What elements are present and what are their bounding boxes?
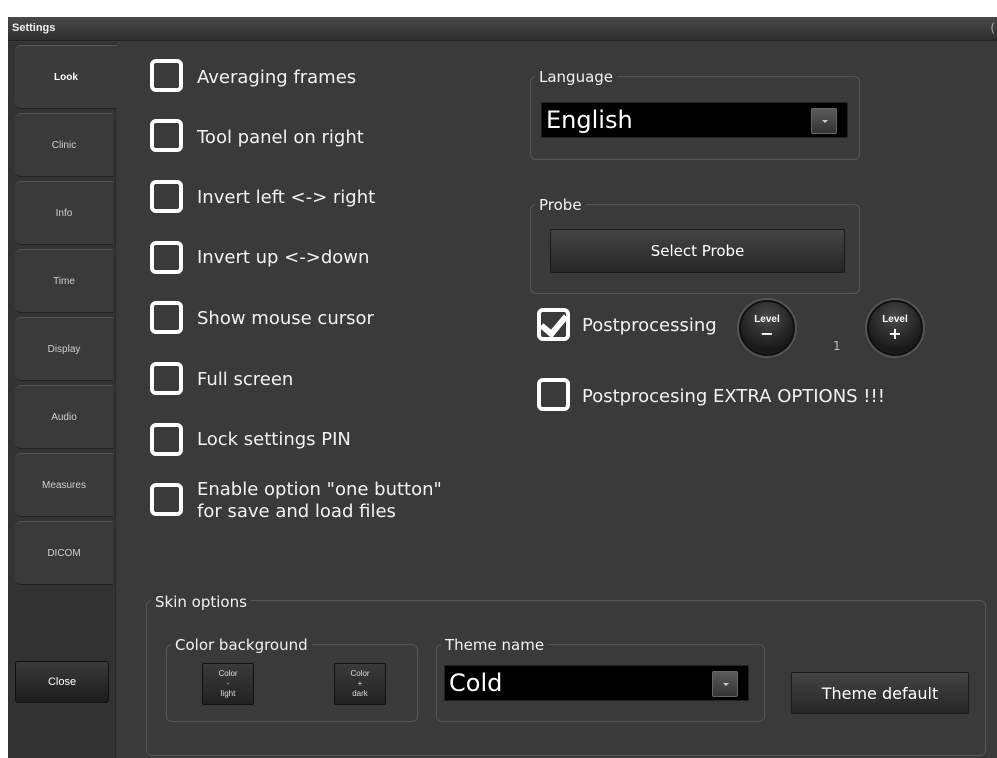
language-selected-value: English: [546, 106, 633, 134]
skin-options-group-title: Skin options: [151, 593, 251, 611]
theme-selected-value: Cold: [449, 669, 503, 697]
language-group-title: Language: [535, 68, 618, 86]
averaging-frames-label: Averaging frames: [197, 67, 357, 88]
one-button-label-line2: for save and load files: [197, 501, 396, 522]
level-decrease-button[interactable]: Level −: [739, 300, 795, 356]
tab-sidebar: Look Clinic Info Time Display Audio Meas…: [8, 42, 117, 758]
level-value: 1: [833, 339, 841, 353]
select-probe-button[interactable]: Select Probe: [550, 229, 845, 273]
one-button-label-line1: Enable option "one button": [197, 479, 442, 500]
postprocessing-extra-options-label: Postprocesing EXTRA OPTIONS !!!: [582, 386, 885, 407]
one-button-checkbox[interactable]: [150, 483, 183, 516]
tab-measures[interactable]: Measures: [15, 453, 113, 517]
title-bar: Settings (: [8, 17, 997, 41]
title-bar-cap: (: [990, 21, 995, 35]
theme-default-button[interactable]: Theme default: [791, 672, 969, 714]
level-increase-button[interactable]: Level +: [867, 300, 923, 356]
invert-up-down-checkbox[interactable]: [150, 241, 183, 274]
invert-up-down-label: Invert up <->down: [197, 247, 370, 268]
show-mouse-cursor-checkbox[interactable]: [150, 301, 183, 334]
theme-select[interactable]: Cold: [444, 665, 749, 701]
full-screen-checkbox[interactable]: [150, 362, 183, 395]
invert-left-right-checkbox[interactable]: [150, 180, 183, 213]
window-title: Settings: [12, 22, 56, 34]
language-dropdown-arrow-icon[interactable]: [811, 108, 837, 134]
settings-window: Settings ( Look Clinic Info Time Display…: [8, 17, 997, 758]
color-light-line3: light: [220, 689, 236, 698]
show-mouse-cursor-label: Show mouse cursor: [197, 308, 374, 329]
tab-time[interactable]: Time: [15, 249, 113, 313]
color-dark-line3: dark: [352, 689, 368, 698]
postprocessing-label: Postprocessing: [582, 315, 717, 336]
tool-panel-right-label: Tool panel on right: [197, 127, 364, 148]
lock-settings-pin-label: Lock settings PIN: [197, 429, 351, 450]
tab-clinic[interactable]: Clinic: [15, 113, 113, 177]
close-button[interactable]: Close: [15, 661, 109, 703]
tab-dicom[interactable]: DICOM: [15, 521, 113, 585]
lock-settings-pin-checkbox[interactable]: [150, 423, 183, 456]
minus-icon: −: [760, 324, 774, 343]
full-screen-label: Full screen: [197, 369, 294, 390]
tab-look[interactable]: Look: [15, 45, 117, 109]
probe-group-title: Probe: [535, 196, 586, 214]
color-background-group-title: Color background: [171, 636, 312, 654]
color-light-line2: -: [226, 679, 230, 688]
theme-name-group-title: Theme name: [441, 636, 549, 654]
language-select[interactable]: English: [541, 102, 848, 138]
theme-dropdown-arrow-icon[interactable]: [712, 671, 738, 697]
tab-display[interactable]: Display: [15, 317, 113, 381]
color-dark-button[interactable]: Color + dark: [334, 663, 386, 705]
color-light-button[interactable]: Color - light: [202, 663, 254, 705]
plus-icon: +: [888, 324, 902, 343]
tool-panel-right-checkbox[interactable]: [150, 119, 183, 152]
averaging-frames-checkbox[interactable]: [150, 59, 183, 92]
tab-audio[interactable]: Audio: [15, 385, 113, 449]
postprocessing-checkbox[interactable]: [537, 308, 570, 341]
postprocessing-extra-options-checkbox[interactable]: [537, 378, 570, 411]
color-dark-line2: +: [357, 679, 363, 688]
color-light-line1: Color: [218, 669, 238, 678]
invert-left-right-label: Invert left <-> right: [197, 187, 376, 208]
tab-info[interactable]: Info: [15, 181, 113, 245]
color-dark-line1: Color: [350, 669, 370, 678]
